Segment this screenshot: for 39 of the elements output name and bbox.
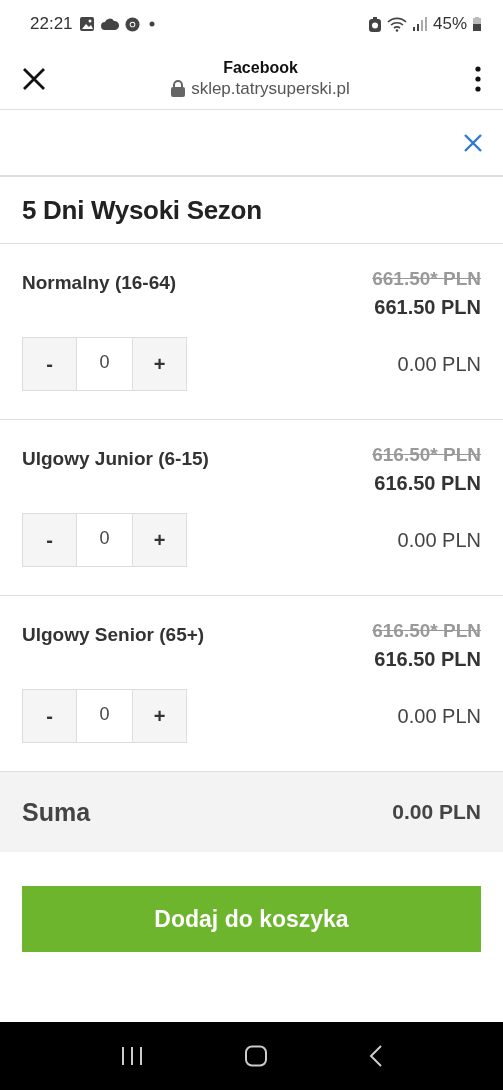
price: 661.50 PLN [374,296,481,319]
decrease-button[interactable]: - [23,338,76,390]
decrease-button[interactable]: - [23,514,76,566]
clock: 22:21 [30,14,73,34]
home-icon[interactable] [243,1045,268,1067]
increase-button[interactable]: + [133,338,186,390]
ticket-name: Ulgowy Senior (65+) [22,624,205,647]
cloud-icon [100,18,119,30]
quantity-field[interactable]: 0 [76,690,133,742]
image-icon [78,16,95,32]
wifi-icon [386,16,407,32]
page-title: Facebook [223,58,298,77]
decrease-button[interactable]: - [23,690,76,742]
lock-icon [171,80,186,97]
sum-label: Suma [22,797,91,827]
more-menu-icon[interactable] [475,65,481,92]
back-icon[interactable] [368,1045,383,1067]
battery-icon [473,17,481,31]
quantity-field[interactable]: 0 [76,514,133,566]
old-price: 616.50* PLN [372,620,481,642]
close-icon[interactable] [22,66,46,91]
price: 616.50 PLN [374,472,481,495]
sum-total: 0.00 PLN [392,800,481,824]
subtotal: 0.00 PLN [397,528,481,552]
increase-button[interactable]: + [133,690,186,742]
ticket-name: Normalny (16-64) [22,272,177,295]
ticket-name: Ulgowy Junior (6-15) [22,448,209,471]
old-price: 616.50* PLN [372,444,481,466]
signal-icon [412,17,427,31]
subtotal: 0.00 PLN [397,704,481,728]
battery-percent: 45% [432,14,467,34]
product-title: 5 Dni Wysoki Sezon [0,177,503,244]
price: 616.50 PLN [374,648,481,671]
increase-button[interactable]: + [133,514,186,566]
quantity-field[interactable]: 0 [76,338,133,390]
old-price: 661.50* PLN [372,268,481,290]
url-text: sklep.tatrysuperski.pl [191,78,350,99]
recent-apps-icon[interactable] [120,1046,143,1066]
subtotal: 0.00 PLN [397,352,481,376]
